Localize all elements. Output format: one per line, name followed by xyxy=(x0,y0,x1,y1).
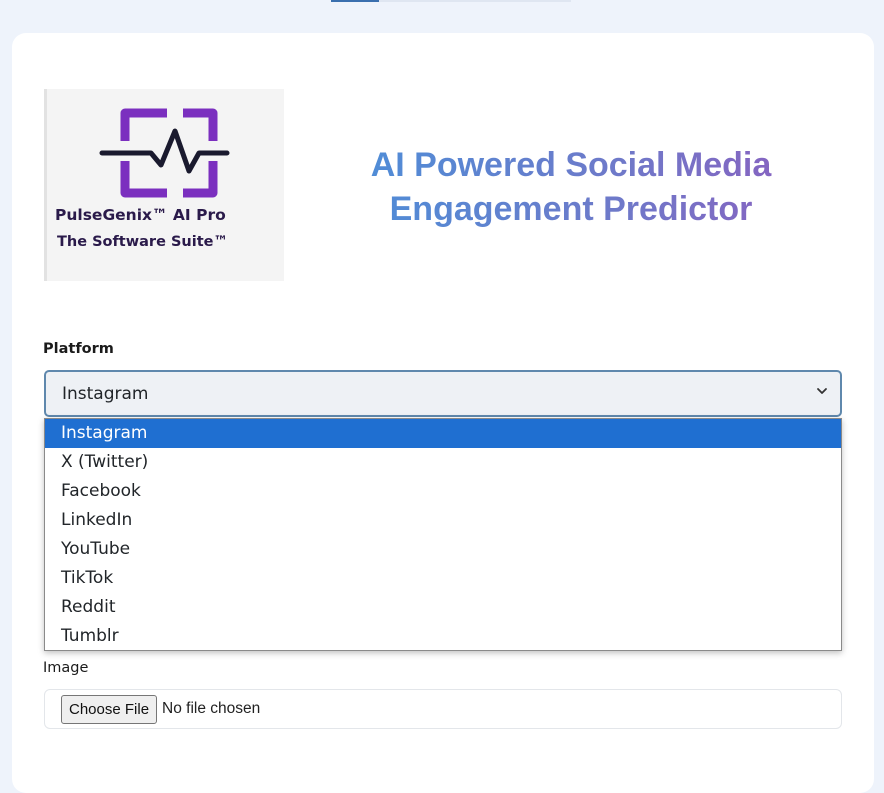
dropdown-option[interactable]: Instagram xyxy=(45,419,841,448)
main-card: PulseGenix™ AI Pro The Software Suite™ A… xyxy=(12,33,874,793)
active-tab-indicator xyxy=(331,0,379,2)
chevron-down-icon xyxy=(816,385,828,401)
choose-file-button[interactable]: Choose File xyxy=(61,694,158,724)
page-title: AI Powered Social Media Engagement Predi… xyxy=(322,143,820,231)
dropdown-option[interactable]: YouTube xyxy=(45,535,841,564)
image-file-field: Choose File No file chosen xyxy=(44,689,842,729)
platform-label: Platform xyxy=(43,341,114,357)
top-tab-bar xyxy=(331,0,571,2)
logo-line1: PulseGenix™ AI Pro xyxy=(55,206,226,224)
image-label: Image xyxy=(43,660,89,676)
file-status-text: No file chosen xyxy=(162,700,261,717)
dropdown-option[interactable]: TikTok xyxy=(45,564,841,593)
logo-line2: The Software Suite™ xyxy=(57,234,228,250)
brand-logo: PulseGenix™ AI Pro The Software Suite™ xyxy=(44,89,284,281)
dropdown-option[interactable]: Tumblr xyxy=(45,622,841,651)
platform-dropdown-list: Instagram X (Twitter) Facebook LinkedIn … xyxy=(44,418,842,651)
platform-select[interactable]: Instagram xyxy=(44,370,842,417)
dropdown-option[interactable]: X (Twitter) xyxy=(45,448,841,477)
pulse-logo-icon: PulseGenix™ AI Pro The Software Suite™ xyxy=(55,108,230,250)
dropdown-option[interactable]: Facebook xyxy=(45,477,841,506)
dropdown-option[interactable]: LinkedIn xyxy=(45,506,841,535)
platform-select-value: Instagram xyxy=(62,383,149,404)
dropdown-option[interactable]: Reddit xyxy=(45,593,841,622)
